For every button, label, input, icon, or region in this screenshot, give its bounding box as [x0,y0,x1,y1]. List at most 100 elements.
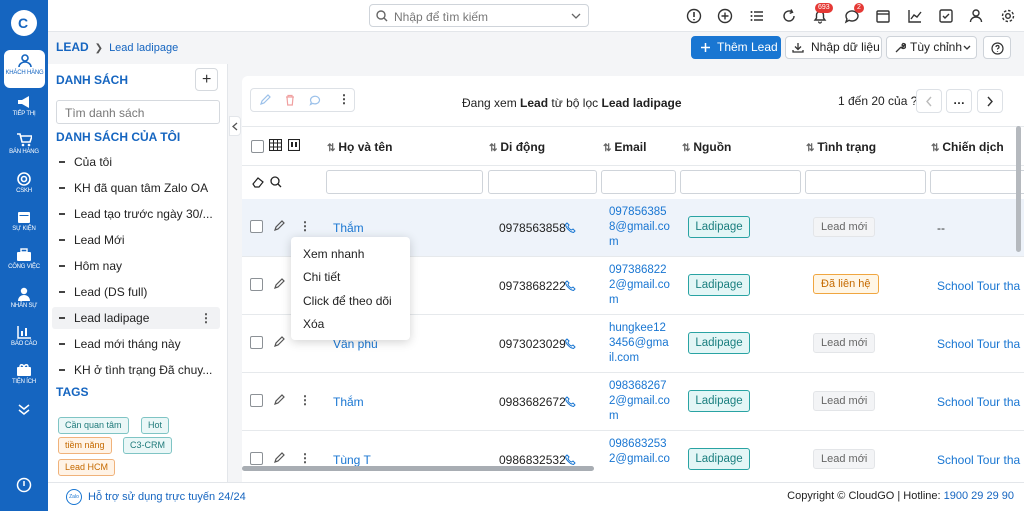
page-menu-button[interactable]: … [946,89,972,113]
alert-icon[interactable] [686,8,702,24]
row-menu-icon[interactable]: ⋮ [299,451,311,465]
filter-status-input[interactable] [805,170,926,194]
menu-item-delete[interactable]: Xóa [303,317,324,331]
help-button[interactable] [983,36,1011,59]
lead-email[interactable]: hungkee123456@gmail.com [609,321,671,366]
filter-campaign-input[interactable] [930,170,1024,194]
import-data-button[interactable]: Nhập dữ liệu [785,36,882,59]
column-header-email[interactable]: ⇅ Email [603,140,646,154]
rail-item-events[interactable]: SỰ KIỆN [0,206,48,244]
phone-icon[interactable] [565,396,576,407]
hotline[interactable]: 1900 29 29 90 [944,490,1014,502]
column-view-icon[interactable] [288,139,300,151]
rail-item-marketing[interactable]: TIẾP THỊ [0,91,48,129]
tag[interactable]: Hot [141,417,170,434]
rail-expand[interactable] [0,399,48,419]
lead-name[interactable]: Thắm [333,221,364,235]
table-row[interactable]: ⋮ Thắm 0983682672 0983682672@gmail.com L… [242,373,1024,431]
lead-email[interactable]: 0983682672@gmail.com [609,379,671,424]
add-list-button[interactable]: + [195,68,218,91]
row-checkbox[interactable] [250,394,263,407]
column-header-source[interactable]: ⇅ Nguồn [682,140,731,154]
refresh-icon[interactable] [781,8,797,24]
chevron-down-icon[interactable] [571,13,581,19]
add-lead-button[interactable]: Thêm Lead [691,36,781,59]
rail-item-hr[interactable]: NHÂN SỰ [0,283,48,321]
select-all-checkbox[interactable] [251,140,264,153]
phone-icon[interactable] [565,280,576,291]
breadcrumb-current[interactable]: Lead ladipage [109,42,178,54]
add-circle-icon[interactable] [717,8,733,24]
gear-icon[interactable] [1000,8,1016,24]
edit-icon[interactable] [273,278,285,290]
campaign-value[interactable]: School Tour tha [937,337,1020,351]
list-item[interactable]: Lead (DS full) [52,281,220,303]
user-icon[interactable] [968,8,984,24]
chart-icon[interactable] [907,8,923,24]
phone-icon[interactable] [565,454,576,465]
list-item[interactable]: Của tôi [52,151,220,173]
tag[interactable]: Cần quan tâm [58,417,129,434]
trash-icon[interactable] [284,94,296,106]
phone-icon[interactable] [565,222,576,233]
horizontal-scrollbar[interactable] [242,466,594,471]
prev-page-button[interactable] [916,89,942,113]
tag[interactable]: C3-CRM [123,437,172,454]
filter-name-input[interactable] [326,170,483,194]
tag[interactable]: tiềm năng [58,437,112,454]
zalo-icon[interactable]: Zalo [66,489,82,505]
lead-email[interactable]: 0986832532@gmail.co [609,437,671,467]
lead-name[interactable]: Thắm [333,395,364,409]
lead-name[interactable]: Tùng T [333,453,371,467]
rail-item-tasks[interactable]: CÔNG VIỆC [0,244,48,282]
row-checkbox[interactable] [250,336,263,349]
vertical-scrollbar[interactable] [1016,126,1021,252]
more-options-icon[interactable]: ⋮ [200,307,212,329]
table-settings-icon[interactable] [269,139,282,151]
collapse-panel-button[interactable] [229,116,241,136]
filter-source-input[interactable] [680,170,801,194]
campaign-value[interactable]: School Tour tha [937,453,1020,467]
list-icon[interactable] [749,8,765,24]
list-item[interactable]: Lead Mới [52,229,220,251]
row-checkbox[interactable] [250,220,263,233]
filter-email-input[interactable] [601,170,676,194]
column-header-name[interactable]: ⇅ Họ và tên [327,140,392,154]
rail-item-sales[interactable]: BÁN HÀNG [0,129,48,167]
list-item[interactable]: Lead mới tháng này [52,333,220,355]
phone-icon[interactable] [565,338,576,349]
lead-email[interactable]: 0978563858@gmail.com [609,205,671,250]
edit-icon[interactable] [273,220,285,232]
list-item[interactable]: Lead tạo trước ngày 30/... [52,203,220,225]
row-menu-icon[interactable]: ⋮ [299,393,311,407]
column-header-status[interactable]: ⇅ Tình trạng [806,140,876,154]
comment-icon[interactable] [309,94,321,106]
list-item[interactable]: Hôm nay [52,255,220,277]
search-icon[interactable] [270,176,282,188]
row-checkbox[interactable] [250,452,263,465]
app-logo[interactable]: C [11,10,37,36]
row-checkbox[interactable] [250,278,263,291]
list-item[interactable]: KH ở tình trạng Đã chuy... [52,359,220,381]
table-row[interactable]: ⋮ Tùng T 0986832532 0986832532@gmail.co … [242,431,1024,482]
edit-icon[interactable] [273,394,285,406]
column-header-mobile[interactable]: ⇅ Di động [489,140,545,154]
rail-item-support[interactable]: CSKH [0,168,48,206]
list-item[interactable]: KH đã quan tâm Zalo OA [52,177,220,199]
campaign-value[interactable]: School Tour tha [937,279,1020,293]
rail-item-utilities[interactable]: TIỆN ÍCH [0,359,48,397]
column-header-campaign[interactable]: ⇅ Chiến dịch [931,140,1004,154]
list-search-input[interactable]: Tìm danh sách [56,100,220,124]
menu-item-details[interactable]: Chi tiết [303,270,340,284]
edit-icon[interactable] [273,336,285,348]
logout-icon[interactable] [16,477,32,493]
campaign-value[interactable]: School Tour tha [937,395,1020,409]
menu-item-quick-view[interactable]: Xem nhanh [303,247,364,261]
rail-item-reports[interactable]: BÁO CÁO [0,321,48,359]
menu-item-follow[interactable]: Click để theo dõi [303,294,392,308]
eraser-icon[interactable] [252,176,265,188]
breadcrumb-root[interactable]: LEAD [56,40,89,54]
rail-item-customers[interactable]: KHÁCH HÀNG [4,50,45,88]
lead-email[interactable]: 0973868222@gmail.com [609,263,671,308]
list-item-active[interactable]: Lead ladipage ⋮ [52,307,220,329]
